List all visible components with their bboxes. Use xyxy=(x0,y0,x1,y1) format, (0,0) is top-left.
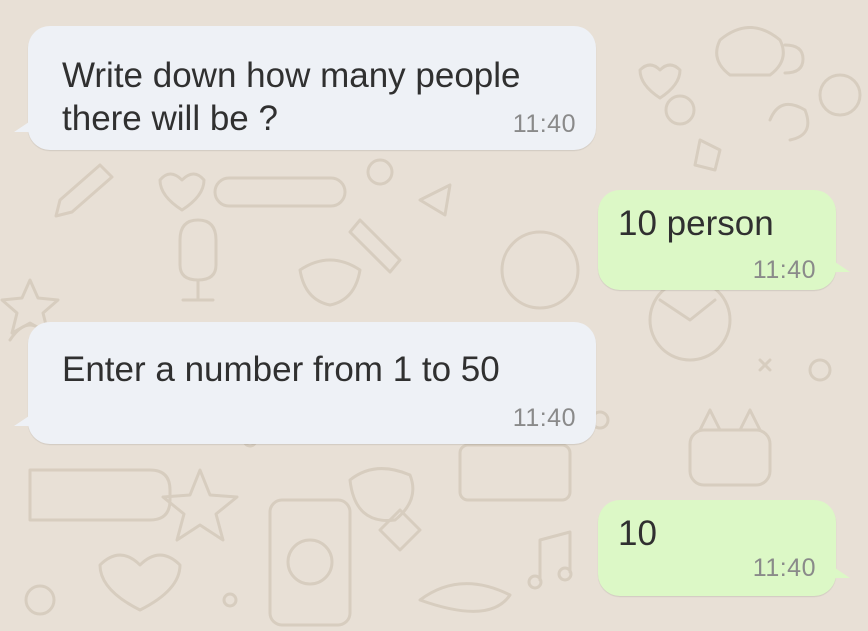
outgoing-message-bubble[interactable]: 10 person 11:40 xyxy=(598,190,850,290)
message-timestamp: 11:40 xyxy=(752,256,816,284)
incoming-message-bubble[interactable]: Enter a number from 1 to 50 11:40 xyxy=(14,322,596,444)
message-timestamp: 11:40 xyxy=(512,404,576,432)
bubble-tail xyxy=(14,414,32,426)
message-text: 10 xyxy=(618,514,657,553)
bubble-tail xyxy=(832,566,850,578)
message-timestamp: 11:40 xyxy=(512,110,576,138)
message-timestamp: 11:40 xyxy=(752,554,816,582)
message-text: 10 person xyxy=(618,204,774,243)
bubble-tail xyxy=(832,260,850,272)
outgoing-message-bubble[interactable]: 10 11:40 xyxy=(598,500,850,596)
bubble-tail xyxy=(14,120,32,132)
message-text: Enter a number from 1 to 50 xyxy=(62,350,500,389)
message-text: Write down how many people there will be… xyxy=(62,56,521,138)
incoming-message-bubble[interactable]: Write down how many people there will be… xyxy=(14,26,596,150)
chat-messages: Write down how many people there will be… xyxy=(0,0,868,631)
